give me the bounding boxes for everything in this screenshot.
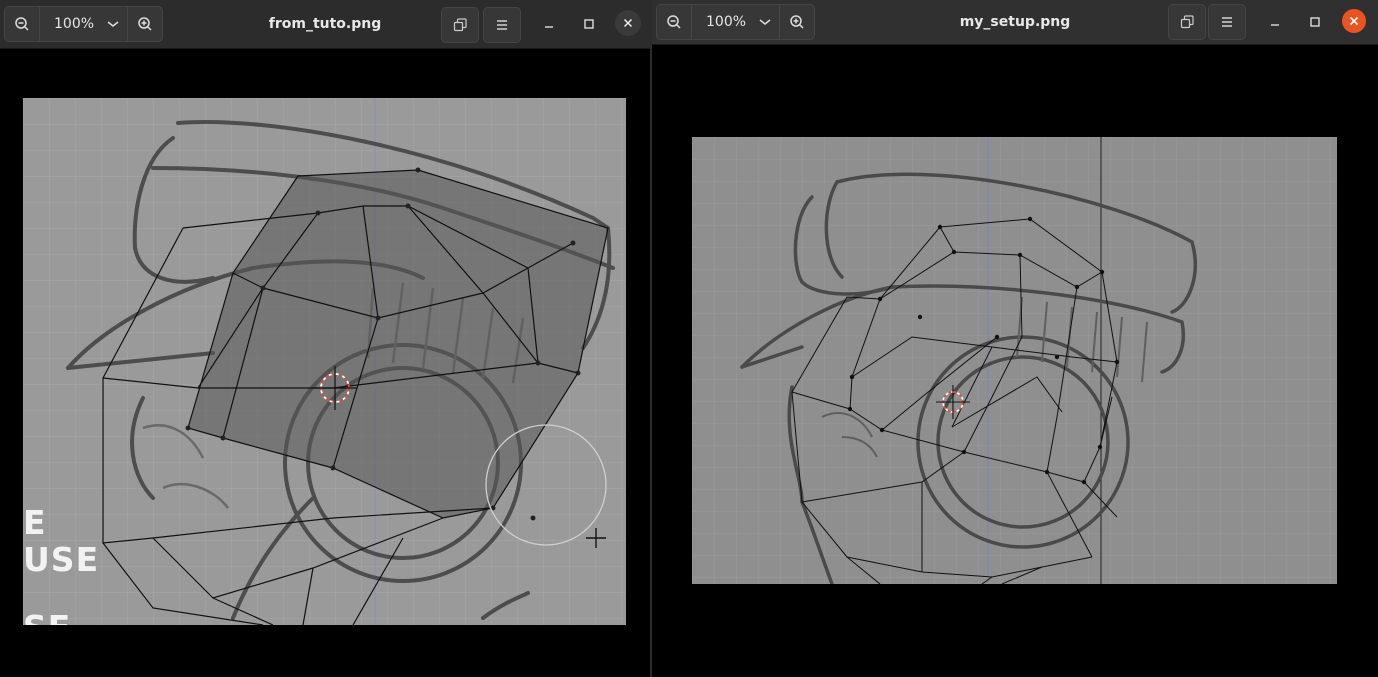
zoom-out-icon: [667, 15, 681, 29]
maximize-icon: [584, 19, 594, 29]
zoom-controls: 100%: [4, 6, 163, 42]
zoom-in-icon: [138, 17, 152, 31]
zoom-level-value: 100%: [706, 14, 747, 30]
maximize-button[interactable]: [1301, 8, 1329, 36]
zoom-out-button[interactable]: [657, 5, 692, 39]
overlay-text-line3: SE: [23, 608, 71, 625]
zoom-in-button[interactable]: [780, 5, 814, 39]
close-button[interactable]: [615, 10, 641, 36]
restore-window-icon: [1180, 15, 1194, 29]
image-viewer-window-left: 100% from_tuto.png E USE: [0, 0, 650, 677]
chevron-down-icon: [107, 21, 119, 27]
zoom-controls: 100%: [656, 4, 815, 40]
main-menu-button[interactable]: [483, 7, 521, 43]
blender-screenshot-image: [692, 137, 1337, 584]
headerbar: 100% from_tuto.png: [0, 0, 650, 49]
restore-window-icon: [453, 18, 467, 32]
restore-button[interactable]: [1168, 4, 1206, 40]
image-viewport[interactable]: E USE SE: [23, 98, 626, 625]
zoom-out-button[interactable]: [5, 7, 40, 41]
maximize-button[interactable]: [575, 10, 603, 38]
hamburger-menu-icon: [497, 20, 507, 30]
blender-screenshot-image: [23, 98, 626, 625]
zoom-level-dropdown[interactable]: 100%: [692, 5, 780, 39]
window-title: my_setup.png: [959, 14, 1071, 30]
close-button[interactable]: [1342, 9, 1366, 33]
zoom-level-dropdown[interactable]: 100%: [40, 7, 128, 41]
zoom-in-icon: [790, 15, 804, 29]
close-icon: [623, 18, 633, 28]
headerbar: 100% my_setup.png: [652, 0, 1378, 45]
restore-button[interactable]: [441, 7, 479, 43]
minimize-button[interactable]: [1261, 8, 1289, 36]
minimize-icon: [1271, 24, 1279, 26]
chevron-down-icon: [759, 19, 771, 25]
close-icon: [1349, 16, 1359, 26]
hamburger-menu-icon: [1222, 17, 1232, 27]
zoom-level-value: 100%: [54, 16, 95, 32]
zoom-in-button[interactable]: [128, 7, 162, 41]
minimize-icon: [545, 26, 553, 28]
window-title: from_tuto.png: [268, 16, 382, 32]
maximize-icon: [1310, 17, 1320, 27]
main-menu-button[interactable]: [1208, 4, 1246, 40]
image-viewport[interactable]: [692, 137, 1337, 584]
overlay-text-line1: E: [23, 503, 47, 542]
image-viewer-window-right: 100% my_setup.png: [652, 0, 1378, 677]
zoom-out-icon: [15, 17, 29, 31]
overlay-text-line2: USE: [23, 540, 100, 579]
minimize-button[interactable]: [535, 10, 563, 38]
